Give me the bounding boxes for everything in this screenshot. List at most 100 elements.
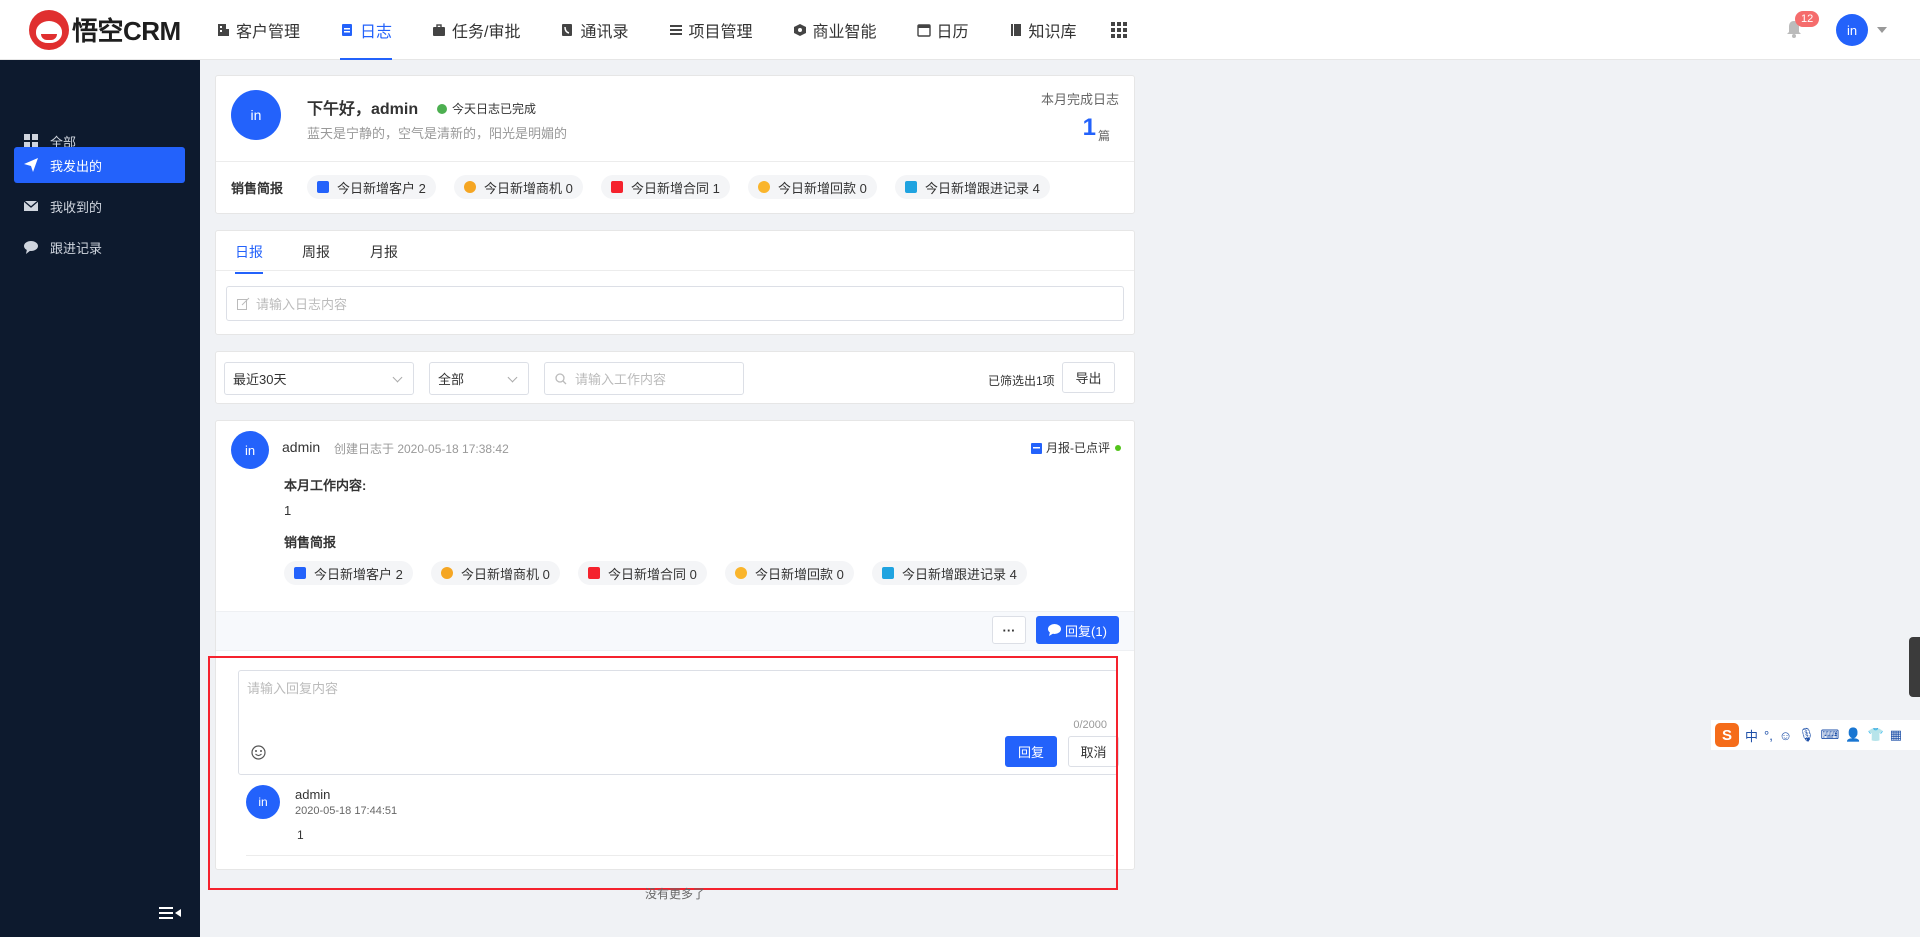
stat-pill: 今日新增回款 0 bbox=[748, 175, 877, 199]
summary-card: in 下午好，admin 今天日志已完成 蓝天是宁静的，空气是清新的，阳光是明媚… bbox=[215, 75, 1135, 214]
more-button[interactable]: ··· bbox=[992, 616, 1026, 644]
nav-item-label: 客户管理 bbox=[236, 23, 301, 41]
greeting: 下午好，admin bbox=[307, 101, 419, 118]
side-widget[interactable] bbox=[1909, 637, 1920, 697]
export-button[interactable]: 导出 bbox=[1062, 362, 1115, 393]
customer-icon bbox=[294, 567, 306, 579]
avatar: in bbox=[231, 431, 269, 469]
chevron-down-icon[interactable] bbox=[1877, 27, 1887, 33]
select-value: 最近30天 bbox=[233, 372, 287, 387]
punctuation-icon[interactable]: °, bbox=[1764, 728, 1773, 743]
ime-mode[interactable]: 中 bbox=[1745, 726, 1758, 745]
nav-item-contacts[interactable]: 通讯录 bbox=[560, 0, 629, 60]
sales-title: 销售简报 bbox=[231, 181, 284, 196]
nav-item-task[interactable]: 任务/审批 bbox=[432, 0, 520, 60]
contract-icon bbox=[588, 567, 600, 579]
stat-text: 今日新增商机 0 bbox=[484, 180, 573, 196]
sidebar-item-received[interactable]: 我收到的 bbox=[14, 188, 185, 224]
app-logo[interactable]: 悟空CRM bbox=[29, 9, 189, 50]
microphone-icon[interactable]: 🎙 bbox=[1798, 727, 1815, 743]
reply-button-label: 回复(1) bbox=[1065, 623, 1107, 639]
sidebar-item-label: 我发出的 bbox=[50, 158, 103, 174]
payment-icon bbox=[735, 567, 747, 579]
month-label: 本月完成日志 bbox=[1040, 92, 1119, 107]
sidebar-item-sent[interactable]: 我发出的 bbox=[14, 147, 185, 183]
stat-text: 今日新增合同 0 bbox=[608, 566, 697, 582]
tab-daily[interactable]: 日报 bbox=[235, 242, 263, 274]
motto: 蓝天是宁静的，空气是清新的，阳光是明媚的 bbox=[307, 126, 568, 141]
nav-item-label: 商业智能 bbox=[812, 23, 877, 41]
nav-item-log[interactable]: 日志 bbox=[340, 0, 393, 60]
input-placeholder: 请输入工作内容 bbox=[575, 372, 667, 387]
chevron-down-icon bbox=[507, 372, 518, 383]
report-tabs: 日报 周报 月报 bbox=[216, 231, 1134, 274]
stat-pill: 今日新增合同 1 bbox=[601, 175, 730, 199]
skin-icon[interactable]: 👕 bbox=[1868, 727, 1884, 743]
phone-book-icon bbox=[562, 23, 573, 36]
logo-text: 悟空CRM bbox=[72, 16, 181, 46]
tab-weekly[interactable]: 周报 bbox=[302, 242, 330, 262]
user-avatar[interactable]: in bbox=[1836, 14, 1868, 46]
edit-icon bbox=[237, 297, 250, 310]
entry-created-time: 创建日志于 2020-05-18 17:38:42 bbox=[334, 442, 509, 456]
stat-text: 今日新增合同 1 bbox=[631, 180, 720, 196]
stat-text: 今日新增回款 0 bbox=[778, 180, 867, 196]
content-text: 1 bbox=[284, 503, 292, 518]
project-icon bbox=[669, 24, 682, 35]
notification-badge: 12 bbox=[1795, 11, 1820, 27]
nav-item-calendar[interactable]: 日历 bbox=[916, 0, 969, 60]
stat-text: 今日新增客户 2 bbox=[337, 180, 426, 196]
content-title: 本月工作内容: bbox=[284, 478, 367, 493]
briefcase-icon bbox=[433, 23, 446, 36]
main-nav: 客户管理 日志 任务/审批 通讯录 项目管理 商业智能 日历 知识库 bbox=[216, 0, 1167, 60]
nav-item-label: 通讯录 bbox=[580, 23, 629, 41]
menu-grid-icon[interactable]: ▦ bbox=[1890, 727, 1902, 743]
status-dot bbox=[1115, 444, 1121, 451]
user-icon[interactable]: 👤 bbox=[1845, 727, 1861, 743]
tab-monthly[interactable]: 月报 bbox=[370, 242, 398, 262]
apps-grid-icon bbox=[1110, 21, 1127, 38]
scope-select[interactable]: 全部 bbox=[429, 362, 529, 395]
grid-icon bbox=[24, 134, 38, 148]
no-more-text: 没有更多了 bbox=[645, 887, 706, 901]
nav-item-project[interactable]: 项目管理 bbox=[669, 0, 753, 60]
calendar-icon bbox=[916, 23, 931, 37]
filter-result: 已筛选出1项 bbox=[988, 374, 1055, 388]
customer-icon bbox=[317, 181, 329, 193]
entry-type-badge: 月报-已点评 bbox=[1031, 439, 1121, 456]
followup-icon bbox=[882, 567, 894, 579]
log-content-input[interactable]: 请输入日志内容 bbox=[226, 286, 1124, 321]
opportunity-icon bbox=[441, 567, 453, 579]
sidebar-item-label: 跟进记录 bbox=[50, 240, 103, 256]
ime-toolbar[interactable]: S 中 °, ☺ 🎙 ⌨ 👤 👕 ▦ bbox=[1711, 720, 1920, 750]
date-range-select[interactable]: 最近30天 bbox=[224, 362, 414, 395]
avatar: in bbox=[231, 90, 281, 140]
nav-item-bi[interactable]: 商业智能 bbox=[793, 0, 877, 60]
nav-item-customer[interactable]: 客户管理 bbox=[216, 0, 300, 60]
collapse-sidebar-icon[interactable] bbox=[159, 906, 181, 920]
sogou-logo-icon: S bbox=[1715, 723, 1739, 747]
send-icon bbox=[24, 158, 38, 172]
nav-item-knowledge[interactable]: 知识库 bbox=[1009, 0, 1077, 60]
book-icon bbox=[1010, 23, 1021, 36]
sidebar: 全部 我发出的 我收到的 跟进记录 bbox=[0, 60, 200, 937]
check-circle-icon bbox=[437, 103, 447, 114]
top-navbar: 悟空CRM 客户管理 日志 任务/审批 通讯录 项目管理 商业智能 日历 知识库 bbox=[0, 0, 1920, 60]
search-input[interactable]: 请输入工作内容 bbox=[544, 362, 744, 395]
divider bbox=[216, 161, 1134, 162]
log-icon bbox=[342, 23, 353, 36]
highlight-frame bbox=[208, 656, 1118, 890]
keyboard-icon[interactable]: ⌨ bbox=[1821, 727, 1840, 743]
stat-pill: 今日新增合同 0 bbox=[578, 561, 707, 585]
followup-icon bbox=[905, 181, 917, 193]
stat-text: 今日新增客户 2 bbox=[314, 566, 403, 582]
status-badge: 今天日志已完成 bbox=[437, 100, 536, 117]
sidebar-item-followup[interactable]: 跟进记录 bbox=[14, 229, 185, 265]
sidebar-item-label: 我收到的 bbox=[50, 199, 103, 215]
payment-icon bbox=[758, 181, 770, 193]
stat-text: 今日新增回款 0 bbox=[755, 566, 844, 582]
emoji-icon[interactable]: ☺ bbox=[1779, 728, 1792, 743]
app-grid-button[interactable] bbox=[1110, 0, 1127, 60]
filter-bar: 最近30天 全部 请输入工作内容 已筛选出1项 导出 bbox=[215, 351, 1135, 404]
reply-button[interactable]: 回复(1) bbox=[1036, 616, 1119, 644]
